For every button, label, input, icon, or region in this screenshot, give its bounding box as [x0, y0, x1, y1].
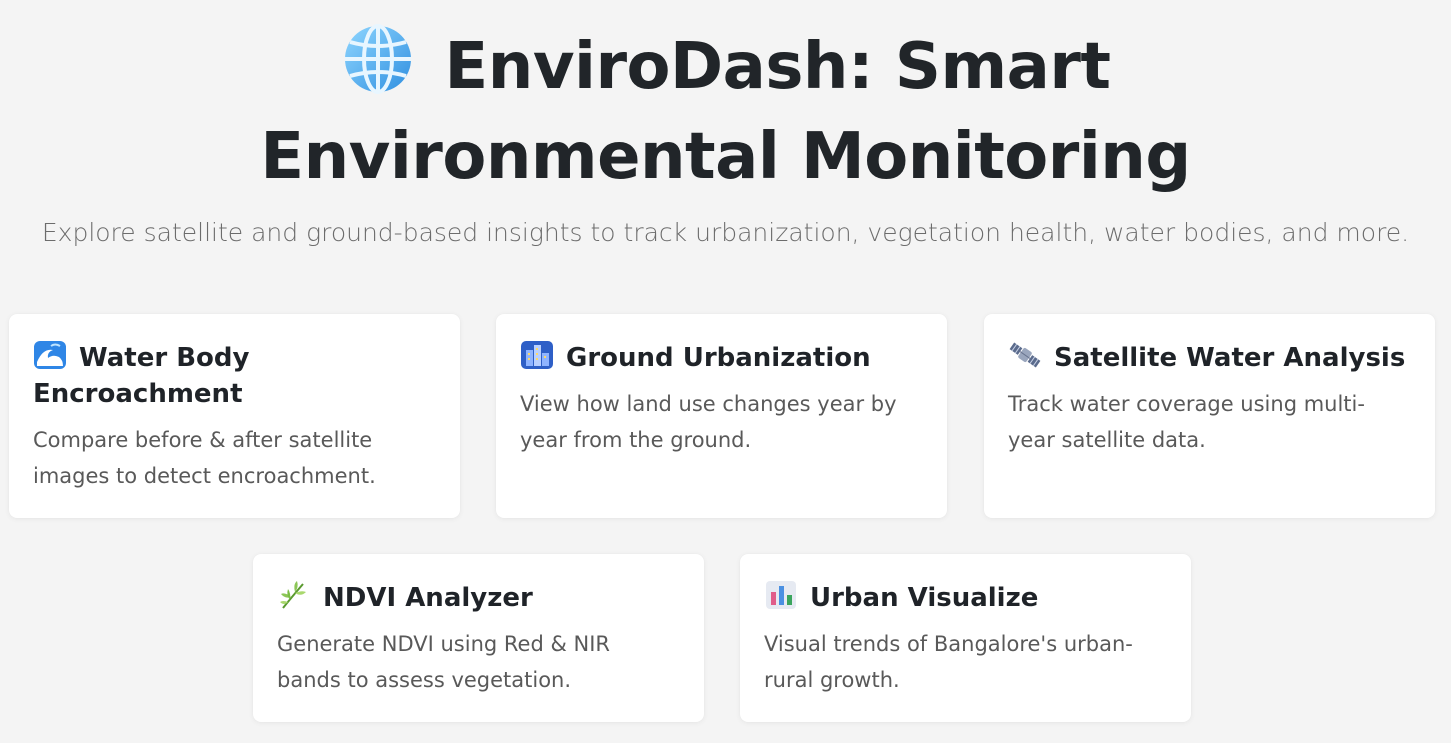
card-description: View how land use changes year by year f… [520, 392, 897, 452]
water-wave-icon [33, 340, 67, 370]
globe-icon [341, 22, 415, 96]
card-ndvi-analyzer[interactable]: NDVI Analyzer Generate NDVI using Red & … [253, 554, 704, 722]
card-water-body-encroachment[interactable]: Water Body Encroachment Compare before &… [9, 314, 460, 518]
card-urban-visualize[interactable]: Urban Visualize Visual trends of Bangalo… [740, 554, 1191, 722]
page-header: EnviroDash: Smart Environmental Monitori… [0, 22, 1451, 250]
satellite-icon [1008, 340, 1042, 370]
card-title: NDVI Analyzer [323, 583, 533, 613]
card-description: Track water coverage using multi-year sa… [1008, 392, 1365, 452]
card-title: Satellite Water Analysis [1054, 343, 1406, 373]
herb-icon [277, 580, 311, 610]
card-title: Ground Urbanization [566, 343, 871, 373]
card-ground-urbanization[interactable]: Ground Urbanization View how land use ch… [496, 314, 947, 518]
bar-chart-icon [764, 580, 798, 610]
card-title: Urban Visualize [810, 583, 1039, 613]
city-icon [520, 340, 554, 370]
card-description: Visual trends of Bangalore's urban-rural… [764, 632, 1133, 692]
card-description: Generate NDVI using Red & NIR bands to a… [277, 632, 611, 692]
card-description: Compare before & after satellite images … [33, 428, 376, 488]
card-satellite-water-analysis[interactable]: Satellite Water Analysis Track water cov… [984, 314, 1435, 518]
page-subtitle: Explore satellite and ground-based insig… [41, 218, 1410, 247]
page-title: EnviroDash: Smart Environmental Monitori… [76, 22, 1376, 202]
